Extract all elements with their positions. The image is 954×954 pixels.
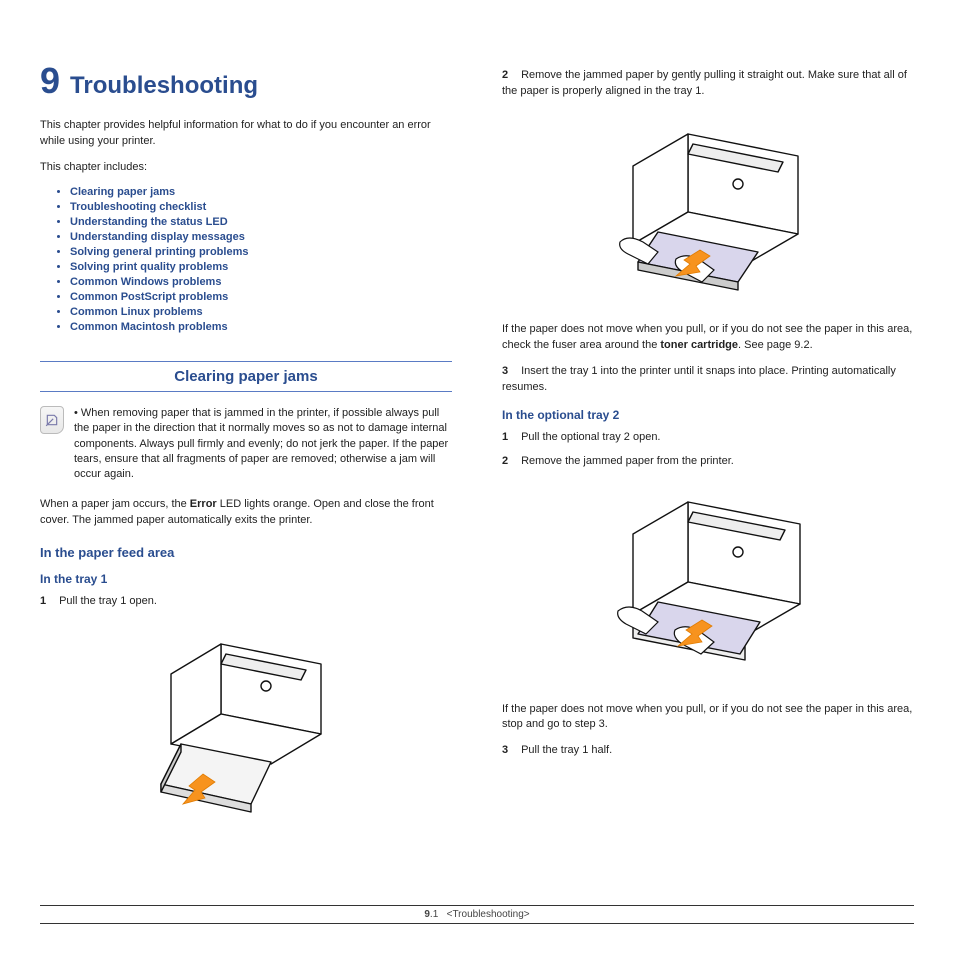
step-text: Pull the optional tray 2 open. — [521, 431, 660, 443]
footer-page-small: .1 — [430, 909, 438, 920]
footer-crumb: <Troubleshooting> — [447, 909, 530, 920]
chapter-title: Troubleshooting — [70, 72, 258, 100]
toc-item[interactable]: Common PostScript problems — [70, 291, 452, 303]
step-number: 2 — [502, 68, 518, 84]
opt-step-3: 3 Pull the tray 1 half. — [502, 743, 914, 759]
step-text: Pull the tray 1 half. — [521, 744, 612, 756]
toc-item[interactable]: Solving print quality problems — [70, 261, 452, 273]
toc-item[interactable]: Understanding the status LED — [70, 216, 452, 228]
note-text: When removing paper that is jammed in th… — [74, 406, 452, 483]
opt-step-2: 2 Remove the jammed paper from the print… — [502, 454, 914, 470]
toc-item[interactable]: Common Windows problems — [70, 276, 452, 288]
step-text: Insert the tray 1 into the printer until… — [502, 365, 896, 393]
led-sentence-part1: When a paper jam occurs, the — [40, 498, 190, 510]
toc-item[interactable]: Common Linux problems — [70, 306, 452, 318]
paper-nosee-paragraph: If the paper does not move when you pull… — [502, 322, 914, 354]
step-number: 2 — [502, 454, 518, 470]
toc-item[interactable]: Common Macintosh problems — [70, 321, 452, 333]
toc-item[interactable]: Solving general printing problems — [70, 246, 452, 258]
note-box: When removing paper that is jammed in th… — [40, 406, 452, 483]
led-sentence: When a paper jam occurs, the Error LED l… — [40, 497, 452, 529]
opt-step-1: 1 Pull the optional tray 2 open. — [502, 430, 914, 446]
step-number: 1 — [40, 594, 56, 610]
note-icon — [40, 406, 64, 434]
step-3: 3 Insert the tray 1 into the printer unt… — [502, 364, 914, 396]
toc-item[interactable]: Clearing paper jams — [70, 186, 452, 198]
step-text: Remove the jammed paper from the printer… — [521, 455, 734, 467]
step-2: 2 Remove the jammed paper by gently pull… — [502, 68, 914, 100]
toc-item[interactable]: Understanding display messages — [70, 231, 452, 243]
toc-item[interactable]: Troubleshooting checklist — [70, 201, 452, 213]
subheading-feed-area: In the paper feed area — [40, 545, 452, 560]
step-text: Remove the jammed paper by gently pullin… — [502, 69, 907, 97]
figure-remove-paper-tray1 — [502, 114, 914, 304]
toner-cartridge-bold: toner cartridge — [660, 339, 738, 351]
step-1: 1 Pull the tray 1 open. — [40, 594, 452, 610]
left-column: 9 Troubleshooting This chapter provides … — [40, 60, 452, 832]
figure-tray1-open — [40, 624, 452, 814]
nosee-part2: . See page 9.2. — [738, 339, 813, 351]
subheading-tray2: In the optional tray 2 — [502, 408, 914, 422]
chapter-number: 9 — [40, 60, 60, 102]
figure-remove-paper-tray2 — [502, 484, 914, 684]
step-number: 1 — [502, 430, 518, 446]
right-column: 2 Remove the jammed paper by gently pull… — [502, 60, 914, 832]
step-number: 3 — [502, 743, 518, 759]
section-heading: Clearing paper jams — [40, 361, 452, 392]
page-footer: 9.1 <Troubleshooting> — [40, 905, 914, 924]
step-number: 3 — [502, 364, 518, 380]
opt-nosee-paragraph: If the paper does not move when you pull… — [502, 702, 914, 734]
led-error-word: Error — [190, 498, 217, 510]
toc-list: Clearing paper jams Troubleshooting chec… — [40, 186, 452, 333]
step-text: Pull the tray 1 open. — [59, 595, 157, 607]
chapter-intro: This chapter provides helpful informatio… — [40, 118, 452, 150]
subheading-tray1: In the tray 1 — [40, 572, 452, 586]
includes-label: This chapter includes: — [40, 160, 452, 176]
